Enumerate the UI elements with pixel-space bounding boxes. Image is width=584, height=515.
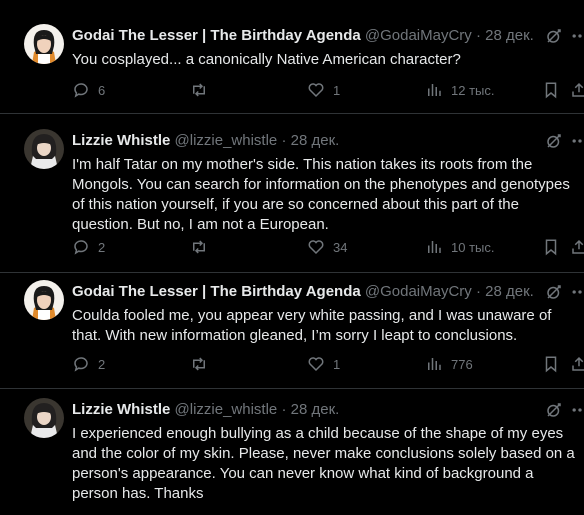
grok-icon[interactable]	[545, 132, 563, 150]
grok-icon[interactable]	[545, 283, 563, 301]
tweet-actions: 6 1 12 тыс.	[72, 80, 584, 100]
reply-count: 2	[98, 239, 106, 255]
timestamp[interactable]: 28 дек.	[291, 401, 340, 418]
grok-icon[interactable]	[545, 27, 563, 45]
separator-dot: ·	[281, 132, 287, 149]
separator-dot: ·	[475, 27, 481, 44]
retweet-button[interactable]	[190, 237, 216, 257]
more-icon[interactable]	[570, 131, 584, 151]
like-count: 34	[333, 239, 348, 255]
reply-icon	[74, 83, 88, 98]
avatar[interactable]	[24, 129, 64, 169]
author-handle[interactable]: @lizzie_whistle	[175, 401, 278, 418]
reply-button[interactable]: 2	[72, 354, 105, 374]
views-count: 10 тыс.	[451, 239, 495, 255]
tweet-actions: 2 34 10 тыс.	[72, 237, 584, 257]
timestamp[interactable]: 28 дек.	[485, 27, 534, 44]
like-button[interactable]: 1	[307, 354, 340, 374]
retweet-icon	[193, 240, 205, 254]
views-icon	[428, 358, 441, 370]
tweet-header: Godai The Lesser | The Birthday Agenda @…	[72, 27, 534, 45]
reply-count: 2	[98, 356, 106, 372]
grok-icon[interactable]	[545, 401, 563, 419]
more-icon[interactable]	[570, 26, 584, 46]
avatar[interactable]	[24, 280, 64, 320]
tweet-text: You cosplayed... a canonically Native Am…	[72, 50, 584, 70]
avatar[interactable]	[24, 398, 64, 438]
tweet[interactable]: Godai The Lesser | The Birthday Agenda @…	[0, 0, 584, 114]
like-button[interactable]: 34	[307, 237, 347, 257]
tweet-text-line: Coulda fooled me, you appear very white …	[72, 307, 552, 324]
heart-icon	[308, 240, 324, 255]
author-handle[interactable]: @GodaiMayCry	[365, 283, 472, 300]
reply-button[interactable]: 2	[72, 237, 105, 257]
retweet-button[interactable]	[190, 354, 216, 374]
separator-dot: ·	[281, 401, 287, 418]
more-icon[interactable]	[570, 400, 584, 420]
author-name[interactable]: Lizzie Whistle	[72, 132, 170, 149]
like-button[interactable]: 1	[307, 80, 340, 100]
tweet-header: Lizzie Whistle @lizzie_whistle · 28 дек.	[72, 132, 339, 150]
share-icon	[572, 356, 584, 371]
tweet-header: Godai The Lesser | The Birthday Agenda @…	[72, 283, 534, 301]
heart-icon	[308, 357, 324, 372]
share-icon	[572, 239, 584, 254]
more-icon[interactable]	[570, 282, 584, 302]
tweet-text: Coulda fooled me, you appear very white …	[72, 306, 584, 346]
tweet-text-line: that. With new information gleaned, I’m …	[72, 327, 518, 344]
bookmark-button[interactable]	[542, 237, 568, 257]
tweet-actions: 2 1 776	[72, 354, 584, 374]
reply-count: 6	[98, 82, 106, 98]
tweet-text-line: I'm half Tatar on my mother's side. This…	[72, 156, 533, 173]
tweet-text-line: You cosplayed... a canonically Native Am…	[72, 51, 461, 68]
share-icon	[572, 82, 584, 97]
tweet-text-line: and the color of my skin. Please, never …	[72, 445, 575, 462]
tweet-text-line: of this nation yourself, if you are so c…	[72, 196, 519, 213]
bookmark-button[interactable]	[542, 80, 568, 100]
share-button[interactable]	[570, 237, 584, 257]
bookmark-icon	[545, 356, 557, 373]
views-button[interactable]: 12 тыс.	[425, 80, 494, 100]
retweet-icon	[193, 83, 205, 97]
avatar[interactable]	[24, 24, 64, 64]
views-icon	[428, 241, 441, 253]
tweet-text-line: Mongols. You can search for information …	[72, 176, 570, 193]
reply-icon	[74, 240, 88, 255]
like-count: 1	[333, 82, 341, 98]
tweet-text: I'm half Tatar on my mother's side. This…	[72, 155, 584, 235]
tweet-header: Lizzie Whistle @lizzie_whistle · 28 дек.	[72, 401, 339, 419]
tweet-text-line: question. But no, I am not a European.	[72, 216, 329, 233]
tweet-text-line: I experienced enough bullying as a child…	[72, 425, 564, 442]
views-count: 776	[451, 356, 473, 372]
author-name[interactable]: Godai The Lesser | The Birthday Agenda	[72, 27, 361, 44]
share-button[interactable]	[570, 80, 584, 100]
bookmark-button[interactable]	[542, 354, 568, 374]
author-name[interactable]: Lizzie Whistle	[72, 401, 170, 418]
tweet-text-line: person's appearance. You can never know …	[72, 465, 534, 482]
reply-icon	[74, 357, 88, 372]
separator-dot: ·	[475, 283, 481, 300]
views-count: 12 тыс.	[451, 82, 495, 98]
bookmark-icon	[545, 239, 557, 256]
share-button[interactable]	[570, 354, 584, 374]
heart-icon	[308, 83, 324, 98]
like-count: 1	[333, 356, 341, 372]
author-name[interactable]: Godai The Lesser | The Birthday Agenda	[72, 283, 361, 300]
author-handle[interactable]: @GodaiMayCry	[365, 27, 472, 44]
retweet-button[interactable]	[190, 80, 216, 100]
tweet[interactable]: Lizzie Whistle @lizzie_whistle · 28 дек.…	[0, 374, 584, 515]
tweet-text-line: person has. Thanks	[72, 485, 204, 502]
views-button[interactable]: 776	[425, 354, 473, 374]
bookmark-icon	[545, 82, 557, 99]
tweet-text: I experienced enough bullying as a child…	[72, 424, 584, 504]
timestamp[interactable]: 28 дек.	[291, 132, 340, 149]
views-button[interactable]: 10 тыс.	[425, 237, 494, 257]
tweet[interactable]: Godai The Lesser | The Birthday Agenda @…	[0, 256, 584, 389]
views-icon	[428, 84, 441, 96]
tweet[interactable]: Lizzie Whistle @lizzie_whistle · 28 дек.…	[0, 105, 584, 273]
timestamp[interactable]: 28 дек.	[485, 283, 534, 300]
retweet-icon	[193, 357, 205, 371]
reply-button[interactable]: 6	[72, 80, 105, 100]
author-handle[interactable]: @lizzie_whistle	[175, 132, 278, 149]
